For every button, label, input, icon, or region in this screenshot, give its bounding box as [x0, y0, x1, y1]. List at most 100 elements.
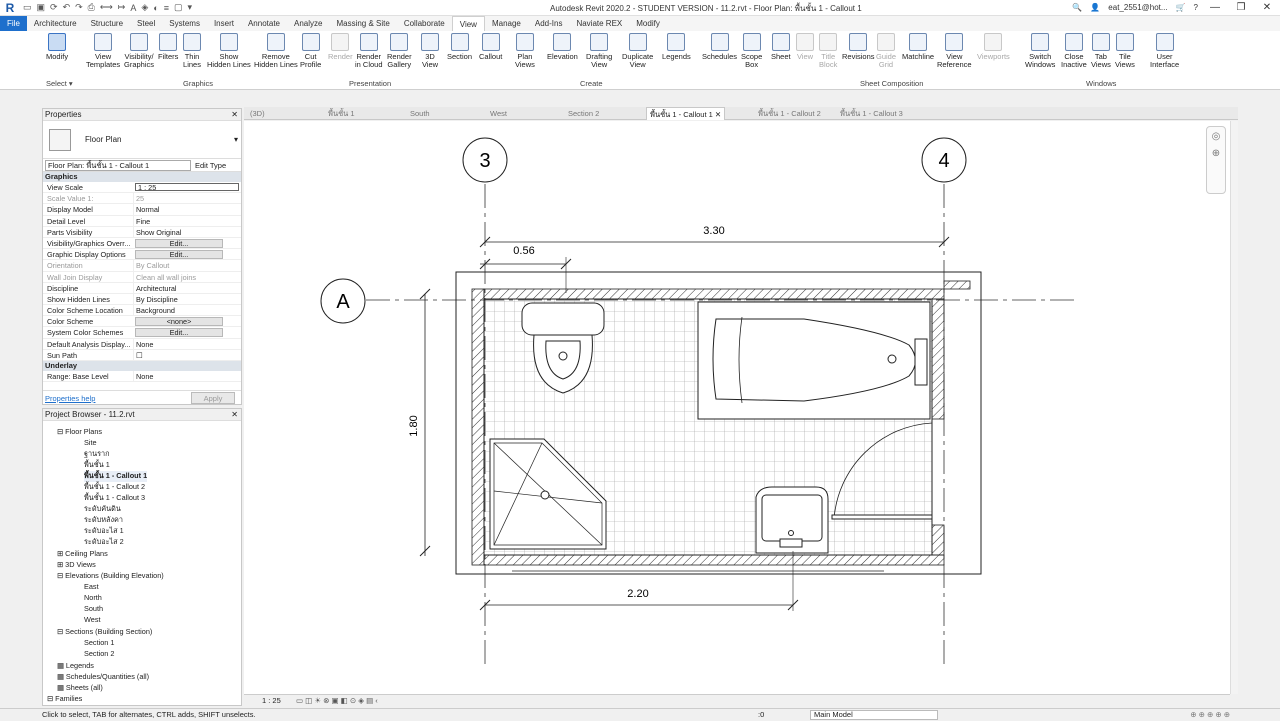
- modify-button[interactable]: Modify: [46, 33, 68, 61]
- tab-collaborate[interactable]: Collaborate: [397, 16, 452, 31]
- view-templates-button[interactable]: View Templates: [86, 33, 120, 69]
- browser-item[interactable]: ▦ Legends: [57, 661, 94, 670]
- group-graphics[interactable]: Graphics: [43, 172, 241, 182]
- tab-structure[interactable]: Structure: [84, 16, 130, 31]
- title-block-button[interactable]: Title Block: [819, 33, 837, 69]
- property-value[interactable]: Fine: [133, 215, 241, 226]
- view-tab[interactable]: (3D): [250, 107, 265, 120]
- tab-modify[interactable]: Modify: [629, 16, 667, 31]
- cut-profile-button[interactable]: Cut Profile: [300, 33, 321, 69]
- browser-item[interactable]: พื้นชั้น 1 - Callout 1: [84, 471, 148, 482]
- property-value[interactable]: 1 : 25: [135, 183, 239, 192]
- property-value[interactable]: By Discipline: [133, 293, 241, 305]
- panel-label[interactable]: Graphics: [183, 79, 213, 88]
- close-icon[interactable]: ✕: [713, 110, 721, 119]
- scope-box-button[interactable]: Scope Box: [741, 33, 762, 69]
- view-tab[interactable]: พื้นชั้น 1 - Callout 1 ✕: [646, 107, 726, 120]
- tab-naviate-rex[interactable]: Naviate REX: [569, 16, 629, 31]
- revisions-button[interactable]: Revisions: [842, 33, 875, 61]
- view-tab[interactable]: พื้นชั้น 1: [328, 107, 355, 120]
- steering-wheel-icon[interactable]: ◎: [1207, 131, 1225, 142]
- wall-bottom[interactable]: [483, 554, 945, 566]
- browser-item[interactable]: ▦ Schedules/Quantities (all): [57, 672, 149, 681]
- panel-label[interactable]: Create: [580, 79, 603, 88]
- drafting-view-button[interactable]: Drafting View: [586, 33, 612, 69]
- dimension-icon[interactable]: ↦: [118, 2, 126, 13]
- view-tab[interactable]: พื้นชั้น 1 - Callout 2: [758, 107, 821, 120]
- tab-massing-site[interactable]: Massing & Site: [329, 16, 396, 31]
- matchline-button[interactable]: Matchline: [902, 33, 934, 61]
- view-reference-button[interactable]: View Reference: [937, 33, 972, 69]
- edit-button[interactable]: Edit...: [135, 238, 223, 248]
- view-tab[interactable]: Section 2: [568, 107, 599, 120]
- dim-text-left[interactable]: 1.80: [408, 415, 420, 436]
- close-icon[interactable]: ✕: [1258, 2, 1276, 13]
- view-button[interactable]: View: [796, 33, 814, 61]
- zoom-icon[interactable]: ⊕: [1207, 148, 1225, 159]
- redo-icon[interactable]: ↷: [75, 2, 83, 13]
- chevron-down-icon[interactable]: ▾: [234, 135, 238, 144]
- properties-help-link[interactable]: Properties help: [45, 394, 95, 403]
- save-icon[interactable]: ▣: [37, 2, 46, 13]
- vertical-scrollbar[interactable]: [1230, 121, 1238, 694]
- browser-item[interactable]: North: [84, 593, 102, 602]
- tab-architecture[interactable]: Architecture: [27, 16, 84, 31]
- edit-button[interactable]: Edit...: [135, 250, 223, 260]
- filters-button[interactable]: Filters: [158, 33, 178, 61]
- sync-icon[interactable]: ⟳: [50, 2, 58, 13]
- browser-item[interactable]: Site: [84, 438, 97, 447]
- apply-button[interactable]: Apply: [191, 392, 235, 404]
- section-icon[interactable]: ◐: [153, 3, 158, 13]
- wall-top-right[interactable]: [943, 280, 971, 290]
- browser-item[interactable]: ⊞ Ceiling Plans: [57, 549, 108, 558]
- tab-insert[interactable]: Insert: [207, 16, 241, 31]
- browser-item[interactable]: ⊞ 3D Views: [57, 560, 96, 569]
- panel-label[interactable]: Presentation: [349, 79, 391, 88]
- close-icon[interactable]: ✕: [231, 409, 238, 421]
- model-dropdown[interactable]: Main Model: [810, 710, 938, 720]
- instance-dropdown[interactable]: Floor Plan: พื้นชั้น 1 - Callout 1: [45, 159, 191, 171]
- user-icon[interactable]: 👤: [1090, 3, 1100, 12]
- section-button[interactable]: Section: [447, 33, 472, 61]
- browser-item[interactable]: ฐานราก: [84, 449, 110, 460]
- browser-item[interactable]: พื้นชั้น 1 - Callout 2: [84, 482, 145, 493]
- render-in-cloud-button[interactable]: Render in Cloud: [355, 33, 383, 69]
- property-value[interactable]: Clean all wall joins: [133, 271, 241, 282]
- browser-item[interactable]: West: [84, 615, 101, 624]
- group-underlay[interactable]: Underlay: [43, 361, 241, 371]
- tab-steel[interactable]: Steel: [130, 16, 162, 31]
- floor-plan-drawing[interactable]: 3 4 A 3.30 0.56 1.80 2.20: [244, 121, 1230, 694]
- undo-icon[interactable]: ↶: [63, 2, 71, 13]
- guide-grid-button[interactable]: Guide Grid: [876, 33, 896, 69]
- schedules-button[interactable]: Schedules: [702, 33, 737, 61]
- elevation-button[interactable]: Elevation: [547, 33, 578, 61]
- sheet-button[interactable]: Sheet: [771, 33, 791, 61]
- open-icon[interactable]: ▭: [23, 2, 32, 13]
- thin-lines-icon[interactable]: ≡: [164, 3, 169, 13]
- tab-systems[interactable]: Systems: [162, 16, 207, 31]
- browser-item[interactable]: ⊟ Families: [47, 694, 82, 703]
- browser-item[interactable]: East: [84, 582, 99, 591]
- door-leaf[interactable]: [831, 514, 933, 520]
- tab-analyze[interactable]: Analyze: [287, 16, 329, 31]
- property-value[interactable]: Architectural: [133, 282, 241, 293]
- measure-icon[interactable]: ⟷: [100, 2, 113, 13]
- navigation-bar[interactable]: ◎ ⊕: [1206, 126, 1226, 194]
- visibility-graphics-button[interactable]: Visibility/ Graphics: [124, 33, 154, 69]
- drawing-canvas[interactable]: 3 4 A 3.30 0.56 1.80 2.20: [244, 121, 1230, 694]
- browser-item[interactable]: พื้นชั้น 1 - Callout 3: [84, 493, 145, 504]
- property-value[interactable]: Normal: [133, 204, 241, 215]
- show-hidden-lines-button[interactable]: Show Hidden Lines: [207, 33, 251, 69]
- browser-item[interactable]: ระดับอะไส 2: [84, 537, 124, 548]
- dim-text-bottom[interactable]: 2.20: [627, 588, 648, 600]
- panel-label[interactable]: Windows: [1086, 79, 1116, 88]
- browser-item[interactable]: Section 1: [84, 638, 114, 647]
- user-interface-button[interactable]: User Interface: [1150, 33, 1179, 69]
- property-value[interactable]: Show Original: [133, 226, 241, 237]
- remove-hidden-lines-button[interactable]: Remove Hidden Lines: [254, 33, 298, 69]
- 3d-view-icon[interactable]: ◈: [141, 2, 148, 13]
- browser-item[interactable]: ⊟ Elevations (Building Elevation): [57, 571, 164, 580]
- duplicate-view-button[interactable]: Duplicate View: [622, 33, 653, 69]
- browser-item[interactable]: ⊟ Floor Plans: [57, 427, 102, 436]
- selection-filter-icons[interactable]: ⊕ ⊕ ⊕ ⊕ ⊕: [1190, 709, 1230, 721]
